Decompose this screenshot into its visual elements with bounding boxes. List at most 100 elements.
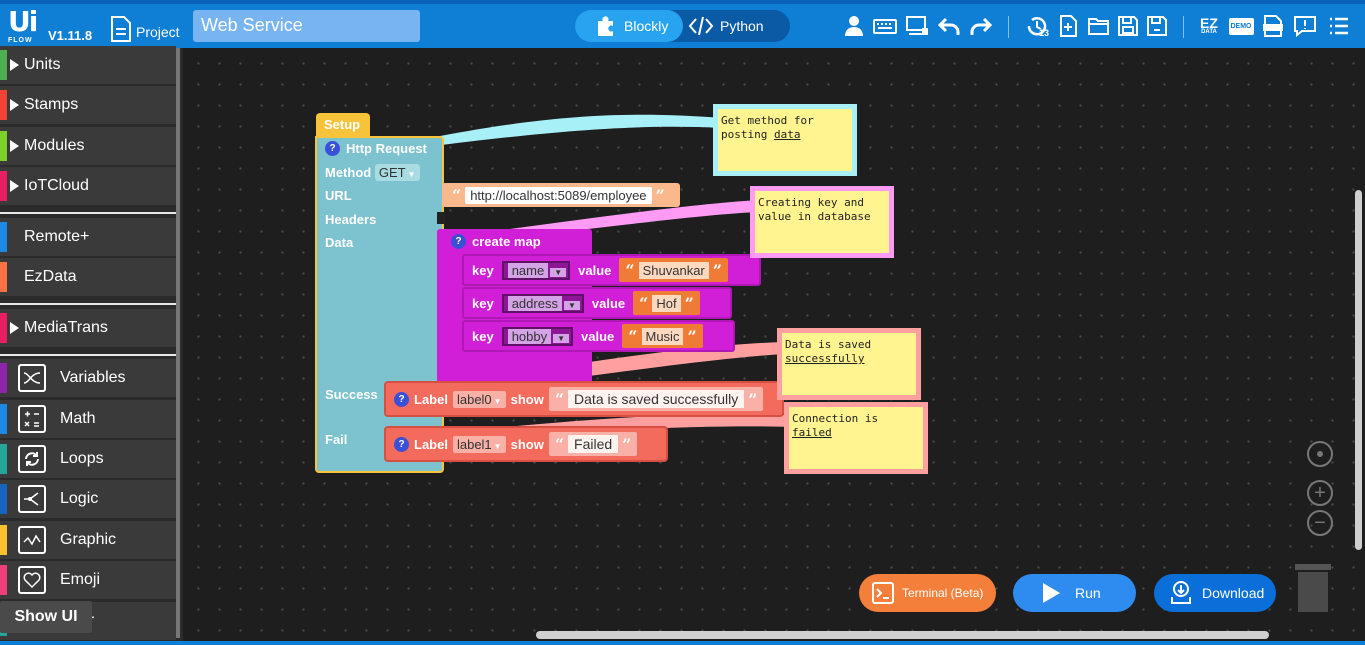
run-button[interactable]: Run [1013, 574, 1136, 612]
category-label: Remote+ [24, 228, 90, 245]
show-text[interactable]: Data is saved successfully [568, 390, 745, 408]
key-dropdown[interactable]: address ▼ [501, 293, 584, 313]
dropdown-arrow-icon: ▼ [553, 333, 570, 343]
recenter-icon[interactable] [1307, 441, 1333, 467]
map-pair-row[interactable]: key name ▼ value “Shuvankar” [462, 254, 761, 286]
category-mediatrans[interactable]: MediaTrans [0, 309, 176, 347]
sidebar-scrollbar[interactable] [176, 48, 180, 638]
value-text[interactable]: Music [641, 327, 684, 345]
category-math[interactable]: Math [0, 400, 176, 438]
zoom-out-icon[interactable]: − [1307, 510, 1333, 536]
new-file-icon[interactable] [1055, 12, 1083, 40]
url-string-block[interactable]: “ http://localhost:5089/employee ” [442, 183, 680, 207]
tab-blockly[interactable]: Blockly [575, 10, 683, 42]
device-screen-icon[interactable] [903, 12, 931, 40]
mode-toggle: Blockly Python [575, 10, 790, 42]
ezdata-icon[interactable]: EZ DATA [1195, 12, 1223, 40]
redo-icon[interactable] [967, 12, 995, 40]
data-label: Data [325, 235, 354, 250]
history-icon[interactable]: 13 [1023, 12, 1051, 40]
terminal-button[interactable]: Terminal (Beta) [859, 574, 996, 612]
open-folder-icon[interactable] [1085, 12, 1113, 40]
vertical-scrollbar[interactable] [1355, 190, 1362, 550]
user-icon[interactable] [840, 12, 868, 40]
label-show-block-fail[interactable]: ? Label label1 ▼ show “Failed” [384, 426, 668, 462]
keyboard-icon[interactable] [871, 12, 899, 40]
category-stamps[interactable]: Stamps [0, 86, 176, 124]
note-line: value in database [758, 210, 871, 223]
horizontal-scrollbar[interactable] [536, 631, 1269, 639]
category-graphic[interactable]: Graphic [0, 521, 176, 559]
category-label: Graphic [60, 531, 117, 548]
comment-note-success[interactable]: Data is saved successfully [777, 328, 921, 400]
category-logic[interactable]: Logic [0, 480, 176, 518]
open-quote-icon: “ [639, 293, 649, 313]
undo-icon[interactable] [935, 12, 963, 40]
open-quote-icon: “ [554, 434, 565, 454]
comment-note-get-method[interactable]: Get method for posting data [713, 104, 857, 176]
category-units[interactable]: Units [0, 46, 176, 84]
key-dropdown[interactable]: name ▼ [501, 260, 571, 280]
value-string-block[interactable]: “Hof” [633, 291, 700, 315]
map-pair-row[interactable]: key address ▼ value “Hof” [462, 287, 732, 319]
show-text[interactable]: Failed [568, 435, 619, 453]
help-icon[interactable]: ? [451, 234, 466, 249]
project-button[interactable]: Project [110, 16, 180, 42]
doc-icon[interactable] [1259, 12, 1287, 40]
category-loops[interactable]: Loops [0, 440, 176, 478]
headers-input-socket[interactable] [437, 212, 445, 224]
help-icon[interactable]: ? [325, 141, 340, 156]
category-iotcloud[interactable]: IoTCloud [0, 167, 176, 205]
show-ui-button[interactable]: Show UI [0, 601, 92, 633]
map-pair-row[interactable]: key hobby ▼ value “Music” [462, 320, 735, 352]
key-dropdown[interactable]: hobby ▼ [501, 326, 574, 346]
category-emoji[interactable]: Emoji [0, 561, 176, 599]
close-quote-icon: ” [684, 293, 694, 313]
help-icon[interactable]: ? [394, 391, 409, 407]
help-icon[interactable]: ? [394, 436, 409, 452]
value-text[interactable]: Shuvankar [638, 261, 709, 279]
url-value[interactable]: http://localhost:5089/employee [465, 186, 652, 204]
key-value: name [507, 262, 549, 278]
tab-python[interactable]: Python [688, 10, 764, 42]
trash-icon[interactable] [1295, 562, 1331, 612]
category-label: Modules [24, 137, 85, 154]
method-dropdown[interactable]: GET ▼ [374, 164, 420, 181]
http-request-block[interactable]: ? Http Request Method GET ▼ URL Headers Da… [315, 136, 444, 473]
toolbar-divider [1008, 16, 1009, 38]
value-string-block[interactable]: “Music” [622, 324, 703, 348]
feedback-icon[interactable] [1291, 12, 1319, 40]
value-text[interactable]: Hof [652, 294, 681, 312]
play-icon [1043, 583, 1060, 603]
label-show-block-success[interactable]: ? Label label0 ▼ show “Data is saved succ… [384, 381, 784, 417]
value-string-block[interactable]: “Shuvankar” [619, 258, 728, 282]
zoom-in-icon[interactable]: + [1307, 480, 1333, 506]
comment-note-create-key[interactable]: Creating key and value in database [750, 186, 894, 258]
demo-icon[interactable]: DEMO [1227, 12, 1255, 40]
note-line: successfully [785, 352, 913, 366]
show-string-block[interactable]: “Data is saved successfully” [548, 387, 764, 411]
version-label: V1.11.8 [48, 28, 93, 43]
show-string-block[interactable]: “Failed” [548, 432, 638, 456]
note-text: posting [721, 128, 774, 141]
method-label: Method [325, 165, 372, 180]
headers-label: Headers [325, 212, 377, 227]
save-icon[interactable] [1114, 12, 1142, 40]
save-as-icon[interactable] [1143, 12, 1171, 40]
block-category-sidebar: Units Stamps Modules IoTCloud Remote+ Ez… [0, 46, 183, 645]
category-color-stripe [0, 444, 7, 474]
category-variables[interactable]: Variables [0, 359, 176, 397]
category-label: EzData [24, 268, 77, 285]
label-dropdown[interactable]: label1 ▼ [452, 435, 506, 453]
uiflow-logo: Ui FLOW [8, 8, 38, 45]
project-name-input[interactable]: Web Service [193, 10, 420, 42]
comment-note-fail[interactable]: Connection is failed [784, 402, 928, 474]
category-ezdata[interactable]: EzData [0, 258, 176, 296]
label-dropdown[interactable]: label0 ▼ [452, 390, 506, 408]
category-remote-plus[interactable]: Remote+ [0, 218, 176, 256]
download-button[interactable]: Download [1154, 574, 1276, 612]
category-color-stripe [0, 525, 7, 555]
sidebar-divider [0, 303, 176, 305]
category-modules[interactable]: Modules [0, 127, 176, 165]
menu-icon[interactable] [1325, 12, 1353, 40]
